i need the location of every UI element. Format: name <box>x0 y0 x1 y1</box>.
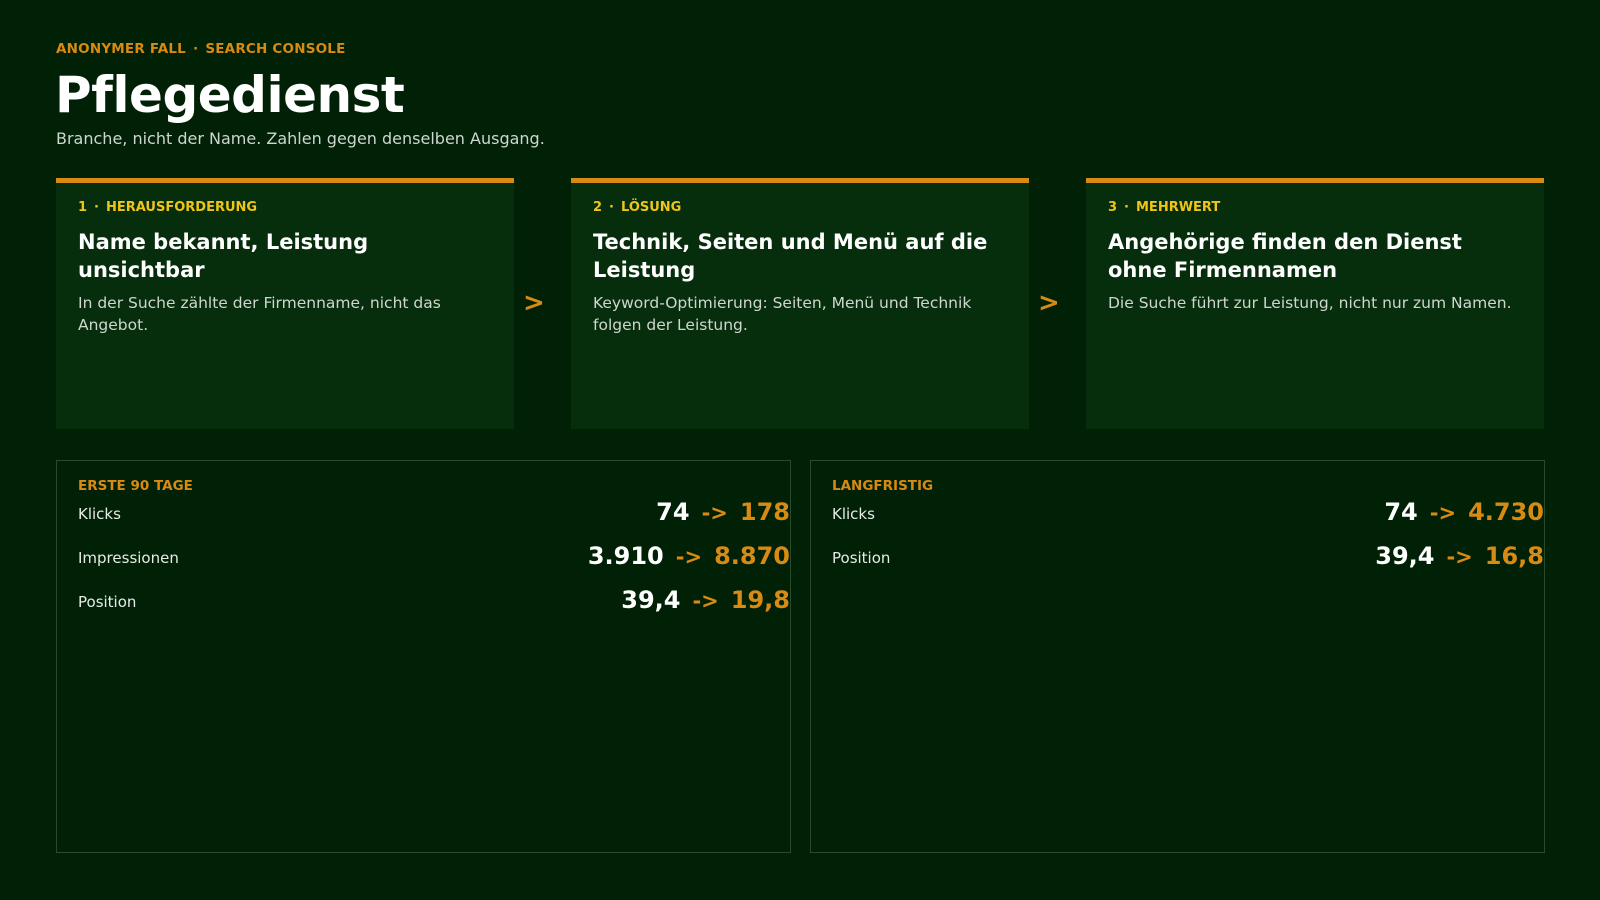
step-card-solution: 2 · LÖSUNG Technik, Seiten und Menü auf di… <box>571 178 1029 429</box>
metric-after: 16,8 <box>1484 542 1544 570</box>
step-arrow-icon: > <box>523 288 545 318</box>
eyebrow-separator: · <box>192 41 199 57</box>
metric-after: 19,8 <box>730 586 790 614</box>
step-label: 1 · HERAUSFORDERUNG <box>78 200 492 215</box>
step-card-value: 3 · MEHRWERT Angehörige finden den Dienst … <box>1086 178 1544 429</box>
step-text: In der Suche zählte der Firmenname, nich… <box>78 294 441 334</box>
metric-name: Position <box>78 593 137 611</box>
step-separator: · <box>1124 200 1129 215</box>
step-number: 2 <box>593 200 603 215</box>
step-number: 1 <box>78 200 88 215</box>
step-arrow-icon: > <box>1038 288 1060 318</box>
metric-after: 8.870 <box>714 542 790 570</box>
panel-long-term: LANGFRISTIG Klicks 74 -> 4.730 Position 39… <box>810 460 1545 853</box>
metric-arrow: -> <box>692 589 719 613</box>
step-separator: · <box>609 200 614 215</box>
metric-name: Klicks <box>78 505 121 523</box>
metric-values: 39,4 -> 16,8 <box>1375 542 1544 570</box>
page-title: Pflegedienst <box>55 66 405 124</box>
page-subtitle: Branche, nicht der Name. Zahlen gegen de… <box>56 129 545 148</box>
metric-values: 39,4 -> 19,8 <box>621 586 790 614</box>
metric-row: Impressionen 3.910 -> 8.870 <box>78 538 790 582</box>
metric-values: 74 -> 178 <box>656 498 790 526</box>
eyebrow: ANONYMER FALL · SEARCH CONSOLE <box>56 41 346 57</box>
metric-row: Position 39,4 -> 19,8 <box>78 582 790 626</box>
metric-name: Klicks <box>832 505 875 523</box>
metric-before: 3.910 <box>587 542 664 570</box>
eyebrow-source: SEARCH CONSOLE <box>205 41 346 57</box>
step-label-text: MEHRWERT <box>1136 200 1221 215</box>
metric-row: Klicks 74 -> 4.730 <box>832 494 1544 538</box>
metric-after: 178 <box>739 498 790 526</box>
metric-values: 74 -> 4.730 <box>1384 498 1544 526</box>
step-title: Name bekannt, Leistung unsichtbar <box>78 230 369 282</box>
case-study-slide: ANONYMER FALL · SEARCH CONSOLE Pflegediens… <box>0 0 1600 900</box>
step-separator: · <box>94 200 99 215</box>
step-title: Angehörige finden den Dienst ohne Firmen… <box>1108 230 1462 282</box>
eyebrow-case: ANONYMER FALL <box>56 41 186 57</box>
metric-arrow: -> <box>675 545 703 569</box>
step-title: Technik, Seiten und Menü auf die Leistun… <box>593 230 988 282</box>
panel-label: ERSTE 90 TAGE <box>78 478 193 494</box>
metric-name: Impressionen <box>78 549 179 567</box>
step-number: 3 <box>1108 200 1118 215</box>
metric-row: Position 39,4 -> 16,8 <box>832 538 1544 582</box>
panel-first-90-days: ERSTE 90 TAGE Klicks 74 -> 178 Impressione… <box>56 460 791 853</box>
step-text: Die Suche führt zur Leistung, nicht nur … <box>1108 294 1512 312</box>
metric-after: 4.730 <box>1468 498 1544 526</box>
step-label: 2 · LÖSUNG <box>593 200 1007 215</box>
step-label-text: HERAUSFORDERUNG <box>106 200 258 215</box>
metric-row: Klicks 74 -> 178 <box>78 494 790 538</box>
step-card-challenge: 1 · HERAUSFORDERUNG Name bekannt, Leistung… <box>56 178 514 429</box>
panel-label: LANGFRISTIG <box>832 478 934 494</box>
metric-before: 74 <box>1384 498 1418 526</box>
step-label-text: LÖSUNG <box>621 200 682 215</box>
metric-arrow: -> <box>1429 501 1457 525</box>
metric-before: 39,4 <box>1375 542 1435 570</box>
metric-values: 3.910 -> 8.870 <box>588 542 790 570</box>
metric-arrow: -> <box>701 501 728 525</box>
metric-name: Position <box>832 549 891 567</box>
metric-before: 74 <box>656 498 690 526</box>
metric-before: 39,4 <box>621 586 681 614</box>
metric-arrow: -> <box>1446 545 1473 569</box>
step-label: 3 · MEHRWERT <box>1108 200 1522 215</box>
step-text: Keyword-Optimierung: Seiten, Menü und Te… <box>593 294 972 334</box>
